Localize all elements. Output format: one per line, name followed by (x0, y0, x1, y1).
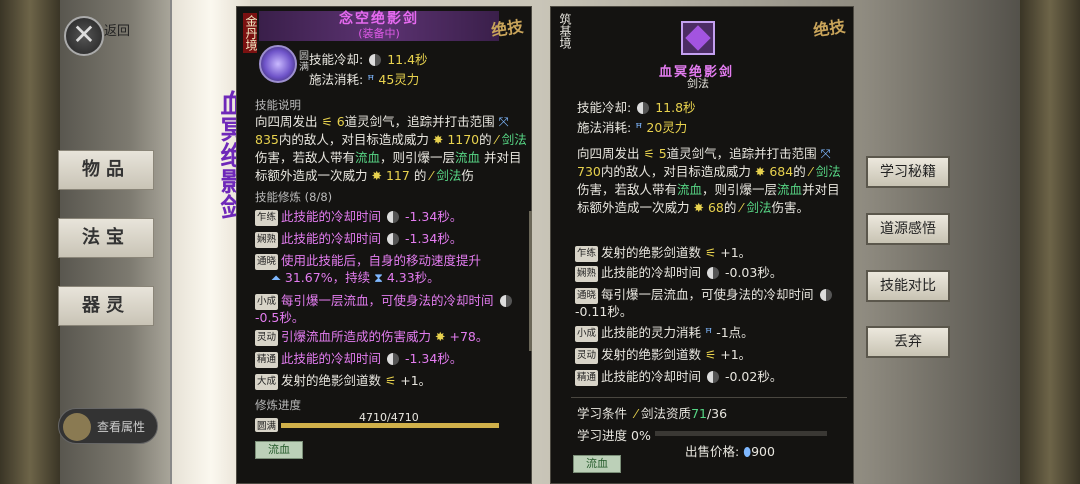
cooldown-row: 技能冷却: 11.4秒 (309, 49, 428, 68)
divider (571, 397, 847, 398)
desc-header: 技能说明 (255, 98, 301, 112)
view-attributes-label: 查看属性 (97, 420, 146, 434)
practice-mod: 乍练 此技能的冷却时间 -1.34秒。 (255, 209, 463, 226)
practice-mod: 灵动 发射的绝影剑道数 ⚟ +1。 (575, 347, 752, 364)
progress-badge: 圆满 (255, 418, 279, 432)
back-label: 返回 (104, 24, 131, 39)
blade-icon: ⚟ (321, 114, 333, 129)
close-icon[interactable]: ✕ (64, 16, 104, 56)
skill-compare-button[interactable]: 技能对比 (866, 270, 950, 302)
tab-items[interactable]: 物品 (58, 150, 154, 190)
practice-mod: 大成 发射的绝影剑道数 ⚟ +1。 (255, 373, 432, 390)
dao-insight-button[interactable]: 道源感悟 (866, 213, 950, 245)
cost-row: 施法消耗: ꟸ 45灵力 (309, 69, 419, 88)
realm-badge: 筑基境 (558, 13, 572, 49)
practice-header: 技能修炼 (8/8) (255, 190, 333, 204)
spirit-icon: ꟸ (367, 72, 375, 87)
left-pillar (0, 0, 60, 484)
skill-description: 向四周发出 ⚟ 5道灵剑气，追踪并打击范围 ⤧ 730内的敌人，对目标造成威力 … (577, 146, 841, 215)
ultimate-mark: 绝技 (490, 16, 525, 41)
right-pillar (1020, 0, 1080, 484)
spirit-stone-icon: ⬮ (743, 444, 752, 459)
practice-mod: 通晓 使用此技能后，自身的移动速度提升 ⏶ 31.67%，持续 ⧗ 4.33秒。 (255, 253, 482, 285)
cooldown-value: 11.4秒 (387, 52, 428, 67)
realm-badge: 金丹境 (243, 13, 258, 53)
practice-mod: 乍练 发射的绝影剑道数 ⚟ +1。 (575, 245, 752, 262)
skill-category: 剑法 (687, 77, 709, 90)
progress-label: 修炼进度 (255, 398, 301, 412)
skill-icon (681, 21, 715, 55)
tab-spirit[interactable]: 器灵 (58, 286, 154, 326)
learn-progress-bar (655, 431, 827, 436)
equipped-label: (装备中) (358, 27, 400, 40)
practice-mod: 娴熟 此技能的冷却时间 -1.34秒。 (255, 231, 463, 248)
ultimate-mark: 绝技 (812, 16, 847, 41)
compare-skill-panel: 筑基境 绝技 血冥绝影剑 剑法 技能冷却: 11.8秒 施法消耗: ꟸ 20灵力… (550, 6, 854, 484)
power-icon: ✸ (432, 132, 444, 147)
learn-progress: 学习进度 0% (577, 428, 651, 443)
practice-mod: 精通 此技能的冷却时间 -1.34秒。 (255, 351, 463, 368)
cost-row: 施法消耗: ꟸ 20灵力 (577, 120, 688, 135)
practice-mod: 娴熟 此技能的冷却时间 -0.03秒。 (575, 265, 783, 282)
practice-mod: 精通 此技能的冷却时间 -0.02秒。 (575, 369, 783, 386)
bleed-tag-button[interactable]: 流血 (255, 441, 303, 459)
tab-treasure[interactable]: 法宝 (58, 218, 154, 258)
skill-icon (259, 45, 297, 83)
clock-icon (369, 54, 382, 66)
view-attributes-button[interactable]: 查看属性 (58, 408, 158, 444)
cost-label: 施法消耗: (309, 72, 364, 87)
avatar (63, 413, 91, 441)
practice-progress-bar (281, 423, 499, 428)
learn-manual-button[interactable]: 学习秘籍 (866, 156, 950, 188)
cooldown-label: 技能冷却: (309, 52, 364, 67)
cooldown-row: 技能冷却: 11.8秒 (577, 100, 696, 115)
equipped-skill-panel: 金丹境 念空绝影剑 (装备中) 绝技 圆满 技能冷却: 11.4秒 施法消耗: … (236, 6, 532, 484)
bleed-tag-button[interactable]: 流血 (573, 455, 621, 473)
practice-progress-fill (281, 423, 499, 428)
practice-mod: 通晓 每引爆一层流血，可使身法的冷却时间 -0.11秒。 (575, 287, 851, 320)
discard-button[interactable]: 丢弃 (866, 326, 950, 358)
skill-title: 念空绝影剑 (339, 11, 419, 27)
practice-mod: 小成 此技能的灵力消耗 ꟸ -1点。 (575, 325, 754, 342)
practice-mod: 小成 每引爆一层流血，可使身法的冷却时间 -0.5秒。 (255, 293, 525, 326)
sword-icon: ⁄ (495, 132, 498, 147)
practice-mod: 灵动 引爆流血所造成的伤害威力 ✸ +78。 (255, 329, 489, 346)
cost-value: 45灵力 (378, 72, 420, 87)
learn-condition: 学习条件 ⁄ 剑法资质71/36 (577, 406, 728, 421)
skill-title-bar: 念空绝影剑 (装备中) (259, 11, 499, 41)
scrollbar[interactable] (529, 211, 532, 351)
sell-price: 出售价格: ⬮900 (685, 444, 775, 459)
skill-description: 向四周发出 ⚟ 6道灵剑气，追踪并打击范围 ⤧ 835内的敌人，对目标造成威力 … (255, 114, 527, 183)
range-icon: ⤧ (498, 114, 509, 129)
